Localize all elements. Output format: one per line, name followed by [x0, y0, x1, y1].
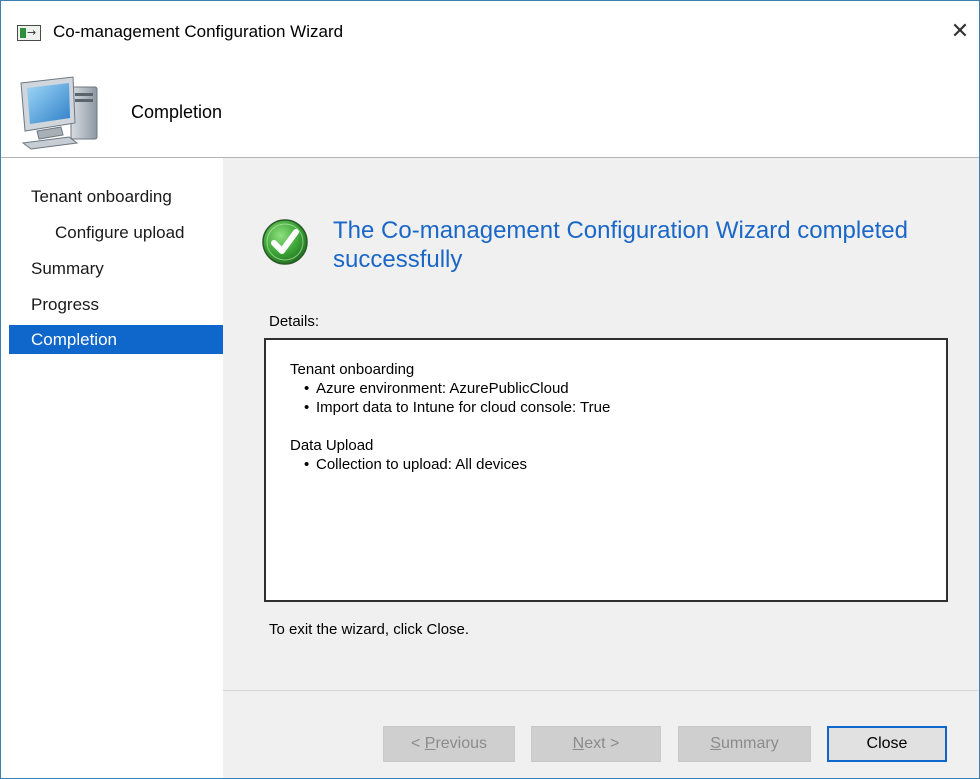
sidebar-item-progress[interactable]: Progress	[9, 290, 223, 319]
wizard-sidebar: Tenant onboarding Configure upload Summa…	[9, 158, 223, 778]
computer-icon	[20, 76, 98, 150]
sidebar-item-completion[interactable]: Completion	[9, 325, 223, 354]
title-bar: → Co-management Configuration Wizard ✕	[1, 1, 979, 63]
details-group-title: Data Upload	[290, 437, 374, 454]
footer-divider	[223, 690, 979, 691]
close-icon[interactable]: ✕	[945, 17, 975, 47]
success-heading: The Co-management Configuration Wizard c…	[333, 217, 908, 273]
main-pane: The Co-management Configuration Wizard c…	[223, 158, 979, 778]
details-group-title: Tenant onboarding	[290, 361, 415, 378]
sidebar-item-configure-upload[interactable]: Configure upload	[9, 218, 223, 247]
wizard-header: Completion	[1, 63, 979, 157]
sidebar-item-tenant-onboarding[interactable]: Tenant onboarding	[9, 182, 223, 211]
close-button[interactable]: Close	[827, 726, 947, 762]
wizard-app-icon: →	[17, 25, 41, 41]
sidebar-item-summary[interactable]: Summary	[9, 254, 223, 283]
exit-instructions: To exit the wizard, click Close.	[269, 621, 470, 638]
details-label: Details:	[269, 313, 320, 330]
success-check-icon	[262, 219, 308, 265]
page-title: Completion	[131, 102, 223, 122]
previous-button[interactable]: < Previous	[383, 726, 515, 762]
details-item: Azure environment: AzurePublicCloud	[290, 379, 946, 398]
details-item: Collection to upload: All devices	[290, 455, 946, 474]
window-title: Co-management Configuration Wizard	[53, 22, 344, 41]
summary-button[interactable]: Summary	[678, 726, 811, 762]
wizard-window: → Co-management Configuration Wizard ✕ C…	[0, 0, 980, 779]
details-item: Import data to Intune for cloud console:…	[290, 398, 946, 417]
next-button[interactable]: Next >	[531, 726, 661, 762]
details-text-box: Tenant onboarding Azure environment: Azu…	[264, 338, 948, 602]
